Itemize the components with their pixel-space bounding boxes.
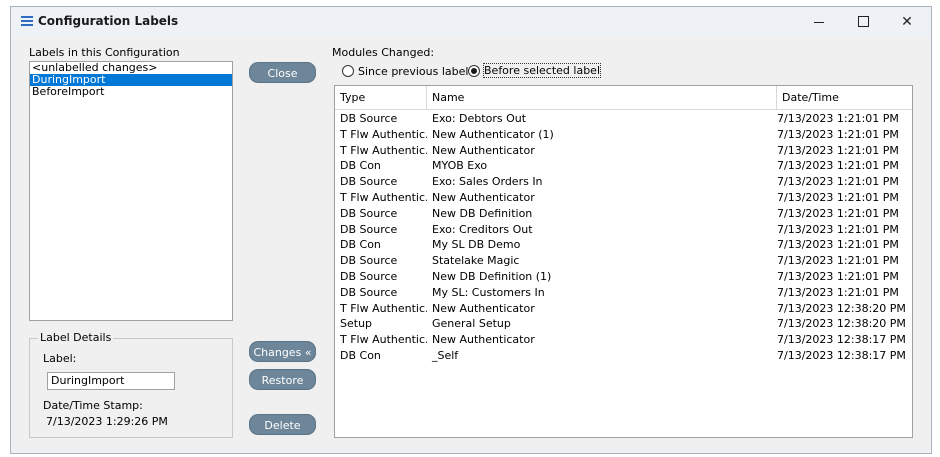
cell-type: DB Source bbox=[340, 112, 398, 125]
table-row[interactable]: Setup General Setup 7/13/2023 12:38:20 PM bbox=[335, 316, 912, 331]
table-row[interactable]: DB Source New DB Definition 7/13/2023 1:21… bbox=[335, 206, 912, 221]
cell-type: DB Source bbox=[340, 175, 398, 189]
cell-datetime: 7/13/2023 12:38:17 PM bbox=[777, 349, 906, 362]
table-row[interactable]: T Flw Authentic... New Authenticator 7/13/… bbox=[335, 301, 912, 316]
cell-datetime: 7/13/2023 1:21:01 PM bbox=[777, 112, 899, 125]
table-row[interactable]: DB Source Statelake Magic 7/13/2023 1:21:0… bbox=[335, 253, 912, 268]
cell-type: T Flw Authentic... bbox=[340, 127, 427, 141]
table-row[interactable]: DB Con My SL DB Demo 7/13/2023 1:21:01 PM bbox=[335, 237, 912, 252]
cell-type: DB Source bbox=[340, 254, 398, 268]
cell-name: MYOB Exo bbox=[432, 159, 488, 173]
maximize-button[interactable] bbox=[841, 7, 885, 37]
cell-datetime: 7/13/2023 1:21:01 PM bbox=[777, 191, 899, 204]
cell-name: General Setup bbox=[432, 317, 511, 331]
cell-name: My SL DB Demo bbox=[432, 238, 521, 252]
cell-datetime: 7/13/2023 1:21:01 PM bbox=[777, 159, 899, 173]
cell-name: New DB Definition (1) bbox=[432, 270, 552, 283]
cell-type: DB Con bbox=[340, 349, 381, 362]
close-window-button[interactable]: ✕ bbox=[885, 7, 929, 37]
table-row[interactable]: DB Source Exo: Creditors Out 7/13/2023 1:2… bbox=[335, 222, 912, 237]
close-icon: ✕ bbox=[901, 14, 913, 30]
cell-datetime: 7/13/2023 1:21:01 PM bbox=[777, 127, 899, 141]
timestamp-value: 7/13/2023 1:29:26 PM bbox=[46, 415, 168, 428]
cell-type: Setup bbox=[340, 317, 373, 331]
cell-type: DB Source bbox=[340, 206, 398, 220]
cell-type: DB Source bbox=[340, 270, 398, 283]
since-previous-label[interactable]: Since previous label bbox=[358, 65, 468, 78]
cell-name: New Authenticator (1) bbox=[432, 127, 554, 141]
before-selected-radio[interactable] bbox=[468, 65, 480, 77]
cell-type: DB Source bbox=[340, 285, 398, 299]
cell-type: DB Con bbox=[340, 238, 381, 252]
table-row[interactable]: DB Source Exo: Debtors Out 7/13/2023 1:21:… bbox=[335, 111, 912, 126]
minimize-icon bbox=[814, 22, 824, 23]
cell-datetime: 7/13/2023 1:21:01 PM bbox=[777, 143, 899, 157]
cell-datetime: 7/13/2023 12:38:20 PM bbox=[777, 301, 906, 315]
cell-type: T Flw Authentic... bbox=[340, 143, 427, 157]
table-header: Type Name Date/Time bbox=[335, 86, 912, 110]
cell-name: New Authenticator bbox=[432, 301, 535, 315]
table-row[interactable]: DB Con MYOB Exo 7/13/2023 1:21:01 PM bbox=[335, 158, 912, 173]
column-header-type[interactable]: Type bbox=[335, 86, 427, 109]
table-row[interactable]: T Flw Authentic... New Authenticator 7/13/… bbox=[335, 143, 912, 158]
cell-datetime: 7/13/2023 1:21:01 PM bbox=[777, 206, 899, 220]
table-row[interactable]: DB Source New DB Definition (1) 7/13/2023 … bbox=[335, 269, 912, 284]
cell-name: Exo: Debtors Out bbox=[432, 112, 527, 125]
label-caption: Label: bbox=[43, 352, 77, 365]
changes-button[interactable]: Changes « bbox=[249, 341, 316, 362]
cell-type: DB Source bbox=[340, 222, 398, 236]
label-details-legend: Label Details bbox=[38, 331, 114, 344]
cell-name: Statelake Magic bbox=[432, 254, 520, 268]
maximize-icon bbox=[858, 16, 869, 27]
close-button[interactable]: Close bbox=[249, 62, 316, 83]
menu-icon[interactable] bbox=[21, 16, 33, 26]
cell-name: New Authenticator bbox=[432, 143, 535, 157]
table-row[interactable]: DB Source My SL: Customers In 7/13/2023 1:… bbox=[335, 285, 912, 300]
timestamp-caption: Date/Time Stamp: bbox=[43, 399, 143, 412]
cell-datetime: 7/13/2023 12:38:20 PM bbox=[777, 317, 906, 331]
modules-table[interactable]: Type Name Date/Time DB Source Exo: Debtor… bbox=[334, 85, 913, 438]
cell-name: My SL: Customers In bbox=[432, 285, 545, 299]
cell-type: T Flw Authentic... bbox=[340, 333, 427, 347]
title-bar: Configuration Labels ✕ bbox=[11, 7, 931, 37]
cell-name: New Authenticator bbox=[432, 191, 535, 204]
list-item[interactable]: BeforeImport bbox=[30, 86, 232, 98]
label-details-group: Label Details Label: DuringImport Date/T… bbox=[29, 331, 233, 438]
restore-button[interactable]: Restore bbox=[249, 369, 316, 390]
cell-type: T Flw Authentic... bbox=[340, 191, 427, 204]
cell-datetime: 7/13/2023 1:21:01 PM bbox=[777, 238, 899, 252]
delete-button[interactable]: Delete bbox=[249, 414, 316, 435]
label-field[interactable]: DuringImport bbox=[47, 372, 175, 390]
cell-datetime: 7/13/2023 12:38:17 PM bbox=[777, 333, 906, 347]
modules-heading: Modules Changed: bbox=[332, 46, 435, 59]
table-row[interactable]: T Flw Authentic... New Authenticator 7/13/… bbox=[335, 190, 912, 205]
cell-type: DB Con bbox=[340, 159, 381, 173]
table-row[interactable]: DB Source Exo: Sales Orders In 7/13/2023 1… bbox=[335, 174, 912, 189]
cell-datetime: 7/13/2023 1:21:01 PM bbox=[777, 285, 899, 299]
cell-name: New Authenticator bbox=[432, 333, 535, 347]
table-row[interactable]: DB Con _Self 7/13/2023 12:38:17 PM bbox=[335, 348, 912, 363]
column-header-datetime[interactable]: Date/Time bbox=[777, 86, 912, 109]
minimize-button[interactable] bbox=[797, 7, 841, 37]
cell-datetime: 7/13/2023 1:21:01 PM bbox=[777, 175, 899, 189]
since-previous-radio[interactable] bbox=[342, 65, 354, 77]
cell-datetime: 7/13/2023 1:21:01 PM bbox=[777, 270, 899, 283]
window-title: Configuration Labels bbox=[38, 14, 179, 28]
cell-name: Exo: Creditors Out bbox=[432, 222, 533, 236]
cell-datetime: 7/13/2023 1:21:01 PM bbox=[777, 254, 899, 268]
labels-heading: Labels in this Configuration bbox=[29, 46, 180, 59]
before-selected-label[interactable]: Before selected label bbox=[483, 63, 601, 78]
cell-type: T Flw Authentic... bbox=[340, 301, 427, 315]
cell-name: _Self bbox=[432, 349, 459, 362]
cell-datetime: 7/13/2023 1:21:01 PM bbox=[777, 222, 899, 236]
configuration-labels-window: Configuration Labels ✕ Labels in this Co… bbox=[10, 6, 932, 454]
cell-name: New DB Definition bbox=[432, 206, 533, 220]
labels-listbox[interactable]: <unlabelled changes> DuringImport BeforeIm… bbox=[29, 61, 233, 321]
cell-name: Exo: Sales Orders In bbox=[432, 175, 543, 189]
table-row[interactable]: T Flw Authentic... New Authenticator (1) 7… bbox=[335, 127, 912, 142]
table-row[interactable]: T Flw Authentic... New Authenticator 7/13/… bbox=[335, 332, 912, 347]
column-header-name[interactable]: Name bbox=[427, 86, 777, 109]
